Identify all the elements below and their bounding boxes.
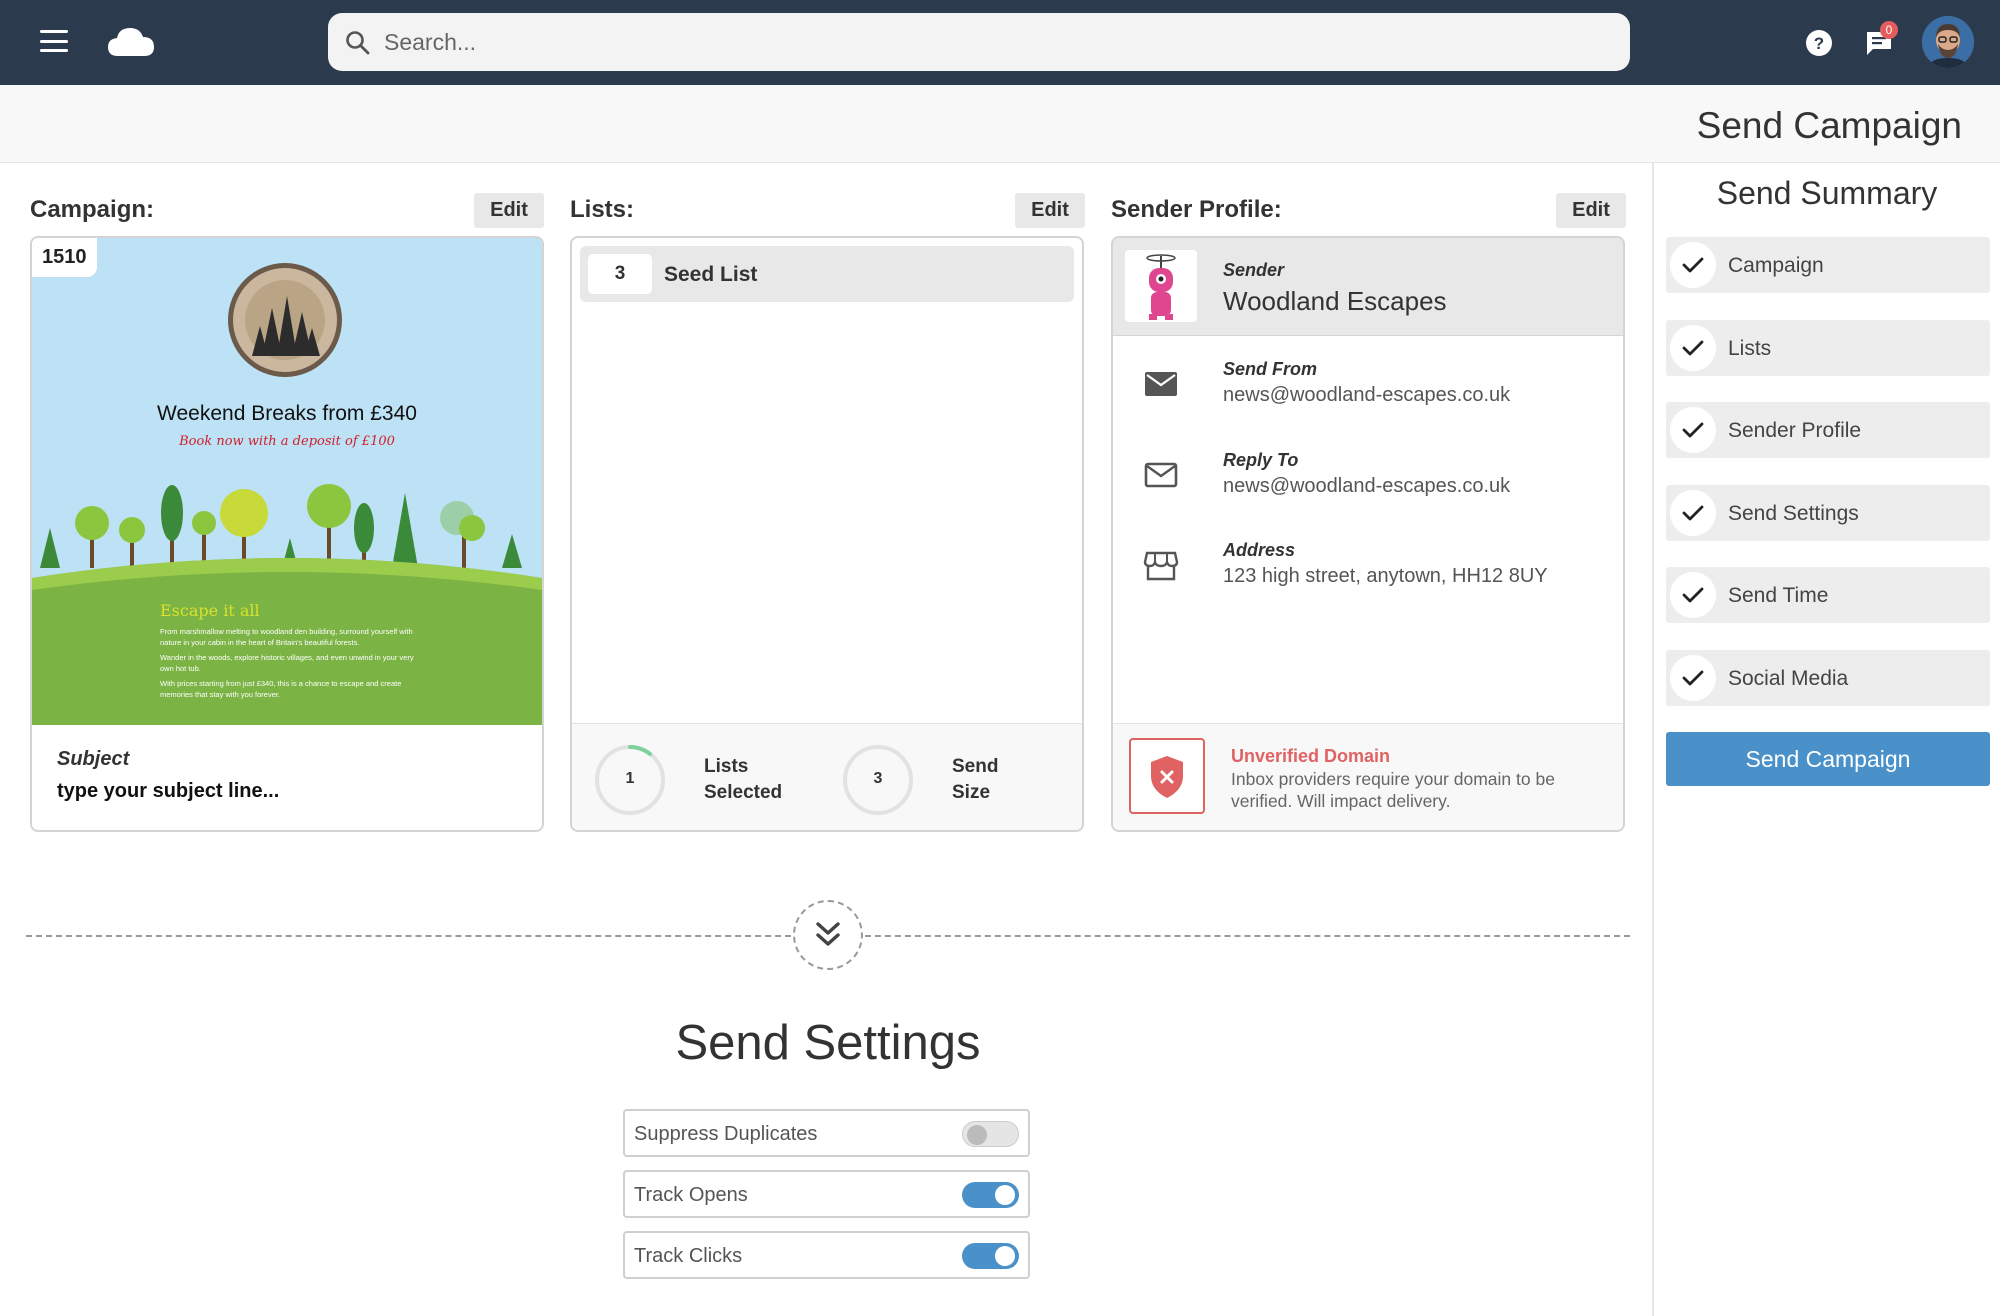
track-opens-row: Track Opens bbox=[623, 1170, 1030, 1218]
notification-badge: 0 bbox=[1880, 21, 1898, 39]
top-navigation-bar: ? 0 bbox=[0, 0, 2000, 85]
track-opens-toggle[interactable] bbox=[962, 1182, 1019, 1208]
warning-shield-icon bbox=[1129, 738, 1205, 814]
send-from-value: news@woodland-escapes.co.uk bbox=[1223, 384, 1511, 406]
send-size-label-line1: Send bbox=[952, 756, 999, 777]
campaign-section-label: Campaign: bbox=[30, 196, 155, 223]
toggle-label: Suppress Duplicates bbox=[634, 1123, 818, 1145]
summary-item-campaign[interactable]: Campaign bbox=[1666, 237, 1990, 293]
cloud-icon[interactable] bbox=[106, 24, 156, 60]
suppress-duplicates-toggle[interactable] bbox=[962, 1121, 1019, 1147]
unverified-domain-warning[interactable]: Unverified Domain Inbox providers requir… bbox=[1113, 723, 1623, 830]
edit-lists-button[interactable]: Edit bbox=[1015, 193, 1085, 228]
suppress-duplicates-row: Suppress Duplicates bbox=[623, 1109, 1030, 1157]
preview-subline: Book now with a deposit of £100 bbox=[179, 434, 395, 449]
lists-selected-label-line1: Lists bbox=[704, 756, 749, 777]
reply-to-value: news@woodland-escapes.co.uk bbox=[1223, 475, 1511, 497]
sender-profile-card: Sender Woodland Escapes Send From news@w… bbox=[1111, 236, 1625, 832]
send-size-label-line2: Size bbox=[952, 782, 991, 803]
warning-text: Inbox providers require your domain to b… bbox=[1231, 769, 1555, 811]
preview-paragraph: Wander in the woods, explore historic vi… bbox=[160, 653, 414, 673]
list-item-count: 3 bbox=[588, 254, 652, 294]
summary-item-label: Send Time bbox=[1728, 584, 1829, 607]
send-size-label: Send Size bbox=[952, 754, 998, 806]
subject-label: Subject bbox=[57, 748, 130, 770]
summary-item-lists[interactable]: Lists bbox=[1666, 320, 1990, 376]
mail-outline-icon bbox=[1144, 462, 1178, 488]
send-summary-title: Send Summary bbox=[1716, 175, 1938, 211]
lists-selected-value: 1 bbox=[625, 770, 635, 787]
edit-campaign-button[interactable]: Edit bbox=[474, 193, 544, 228]
svg-text:?: ? bbox=[1814, 34, 1824, 53]
check-icon bbox=[1670, 242, 1716, 288]
preview-body: From marshmallow melting to woodland den… bbox=[160, 626, 420, 704]
preview-paragraph: With prices starting from just £340, thi… bbox=[160, 679, 402, 699]
track-clicks-row: Track Clicks bbox=[623, 1231, 1030, 1279]
list-item-name: Seed List bbox=[664, 263, 758, 286]
summary-item-send-time[interactable]: Send Time bbox=[1666, 567, 1990, 623]
user-avatar[interactable] bbox=[1922, 16, 1974, 68]
storefront-icon bbox=[1143, 551, 1179, 581]
track-clicks-toggle[interactable] bbox=[962, 1243, 1019, 1269]
search-input[interactable] bbox=[384, 13, 1604, 71]
warning-title: Unverified Domain bbox=[1231, 746, 1391, 766]
summary-item-label: Send Settings bbox=[1728, 502, 1859, 525]
help-icon[interactable]: ? bbox=[1804, 28, 1834, 58]
preview-headline: Weekend Breaks from £340 bbox=[157, 402, 417, 425]
send-campaign-button[interactable]: Send Campaign bbox=[1666, 732, 1990, 786]
preview-paragraph: From marshmallow melting to woodland den… bbox=[160, 627, 413, 647]
page-title: Send Campaign bbox=[1696, 105, 1962, 146]
sender-name: Woodland Escapes bbox=[1223, 286, 1447, 316]
summary-item-sender-profile[interactable]: Sender Profile bbox=[1666, 402, 1990, 458]
toggle-label: Track Opens bbox=[634, 1184, 748, 1206]
reply-to-label: Reply To bbox=[1223, 450, 1299, 470]
page-header: Send Campaign bbox=[0, 85, 2000, 163]
address-value: 123 high street, anytown, HH12 8UY bbox=[1223, 565, 1548, 587]
sender-profile-section-label: Sender Profile: bbox=[1111, 196, 1282, 223]
campaign-id-badge: 1510 bbox=[32, 238, 97, 277]
campaign-preview[interactable]: 1510 Weekend Breaks from £340 Book now w… bbox=[32, 238, 542, 725]
sender-avatar bbox=[1125, 250, 1197, 322]
lists-card: 3 Seed List 1 Lists Selected 3 Send Size bbox=[570, 236, 1084, 832]
send-settings-title: Send Settings bbox=[675, 1016, 981, 1070]
lists-selected-label-line2: Selected bbox=[704, 782, 783, 803]
send-size-value: 3 bbox=[873, 770, 883, 787]
summary-item-label: Social Media bbox=[1728, 667, 1849, 690]
list-item[interactable]: 3 Seed List bbox=[580, 246, 1074, 302]
send-from-label: Send From bbox=[1223, 359, 1318, 379]
check-icon bbox=[1670, 325, 1716, 371]
check-icon bbox=[1670, 572, 1716, 618]
send-summary-sidebar: Send Summary Campaign Lists Sender Profi… bbox=[1652, 163, 2000, 1316]
menu-icon[interactable] bbox=[40, 30, 68, 52]
summary-item-label: Lists bbox=[1728, 337, 1772, 360]
lists-stats: 1 Lists Selected 3 Send Size bbox=[572, 723, 1082, 830]
lists-selected-label: Lists Selected bbox=[704, 754, 782, 806]
summary-item-social-media[interactable]: Social Media bbox=[1666, 650, 1990, 706]
summary-item-label: Sender Profile bbox=[1728, 419, 1862, 442]
preview-escape-heading: Escape it all bbox=[160, 601, 260, 620]
expand-toggle[interactable] bbox=[793, 900, 863, 970]
campaign-card[interactable]: 1510 Weekend Breaks from £340 Book now w… bbox=[30, 236, 544, 832]
address-label: Address bbox=[1223, 540, 1296, 560]
chevron-double-down-icon bbox=[816, 922, 840, 946]
summary-item-send-settings[interactable]: Send Settings bbox=[1666, 485, 1990, 541]
check-icon bbox=[1670, 655, 1716, 701]
lists-section-label: Lists: bbox=[570, 196, 635, 223]
check-icon bbox=[1670, 407, 1716, 453]
sender-header: Sender Woodland Escapes bbox=[1113, 238, 1623, 336]
subject-value[interactable]: type your subject line... bbox=[57, 780, 279, 803]
edit-sender-profile-button[interactable]: Edit bbox=[1556, 193, 1626, 228]
search-icon[interactable] bbox=[344, 29, 372, 57]
sender-label: Sender bbox=[1223, 260, 1285, 280]
mail-icon bbox=[1145, 372, 1177, 396]
main-content: Campaign: Edit 1510 Weekend Breaks from … bbox=[0, 163, 1652, 1316]
search-bar bbox=[328, 13, 1630, 71]
summary-item-label: Campaign bbox=[1728, 254, 1824, 277]
toggle-label: Track Clicks bbox=[634, 1245, 743, 1267]
check-icon bbox=[1670, 490, 1716, 536]
